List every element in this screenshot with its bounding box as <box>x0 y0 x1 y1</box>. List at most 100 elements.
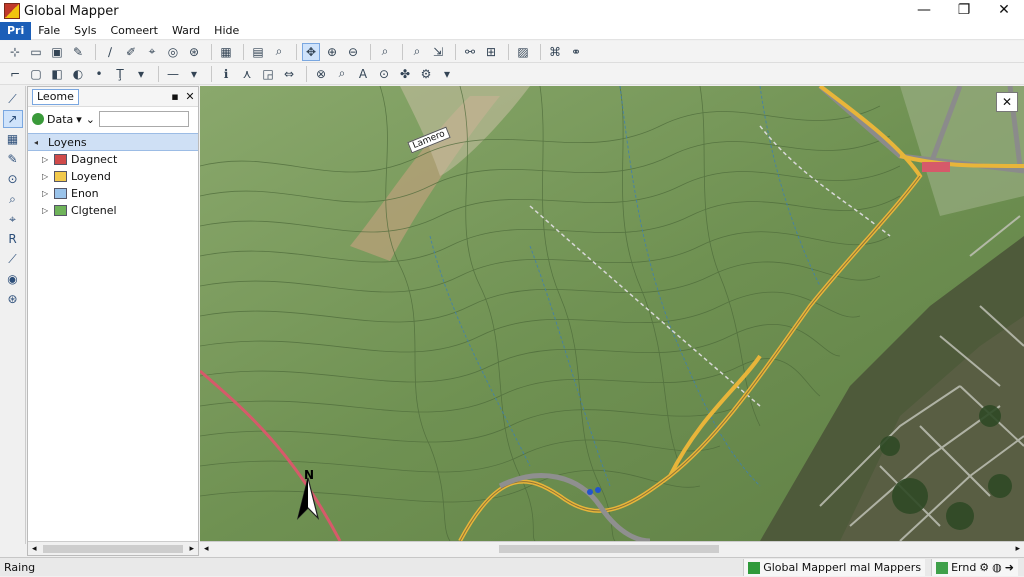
network-icon[interactable]: ⌘ <box>546 43 564 61</box>
layer-item[interactable]: ▷ Enon <box>28 185 198 202</box>
select-area-icon[interactable]: ⊙ <box>375 65 393 83</box>
layers-icon[interactable]: ▦ <box>217 43 235 61</box>
settings-icon[interactable]: ⚙ <box>979 561 989 574</box>
paint-icon[interactable]: ◐ <box>69 65 87 83</box>
expand-icon[interactable]: ▷ <box>42 155 50 164</box>
link-icon[interactable]: ⚯ <box>461 43 479 61</box>
dropdown-icon-3[interactable]: ▾ <box>438 65 456 83</box>
scroll-right-icon[interactable]: ▸ <box>189 544 194 554</box>
pin-icon[interactable]: ⊹ <box>6 43 24 61</box>
zoom-tool-icon[interactable]: ⊙ <box>3 170 23 188</box>
close-button[interactable]: ✕ <box>984 0 1024 22</box>
collapse-icon[interactable]: ◂ <box>34 138 42 147</box>
status-right-text: Ernd <box>951 561 977 574</box>
menu-item-syls[interactable]: Syls <box>67 22 103 40</box>
globe-tool-icon[interactable]: ◉ <box>3 270 23 288</box>
export-icon[interactable]: ⇲ <box>429 43 447 61</box>
digitize-icon[interactable]: ⌖ <box>143 43 161 61</box>
trace-tool-icon[interactable]: ↗ <box>2 110 23 128</box>
terrain-map <box>200 86 1024 541</box>
data-label: Data <box>47 112 74 126</box>
window-controls: — ❐ ✕ <box>904 0 1024 22</box>
menu-item-convert[interactable]: Comeert <box>103 22 165 40</box>
grid-tool-icon[interactable]: ▦ <box>3 130 23 148</box>
search-tool-icon[interactable]: ⌕ <box>3 190 23 208</box>
pencil-tool-icon[interactable]: ✎ <box>3 150 23 168</box>
arrow-icon[interactable]: ➜ <box>1005 561 1014 574</box>
search-icon[interactable]: ⌕ <box>376 43 394 61</box>
line-style-icon[interactable]: — <box>164 65 182 83</box>
new-document-icon[interactable]: ▢ <box>27 65 45 83</box>
transform-icon[interactable]: ✤ <box>396 65 414 83</box>
stack-icon[interactable]: ◲ <box>259 65 277 83</box>
move-icon[interactable]: ⇔ <box>280 65 298 83</box>
map-view[interactable]: N Lamero ✕ <box>200 86 1024 541</box>
maximize-button[interactable]: ❐ <box>944 0 984 22</box>
panel-horizontal-scrollbar[interactable]: ◂ ▸ <box>28 541 198 555</box>
layer-label: Clgtenel <box>71 204 117 217</box>
layer-item[interactable]: ▷ Clgtenel <box>28 202 198 219</box>
menu-item-ward[interactable]: Ward <box>165 22 207 40</box>
close-panel-icon[interactable]: ✕ <box>183 90 197 103</box>
filter-icon[interactable]: ⌄ <box>86 113 95 126</box>
reshape-icon[interactable]: ⊗ <box>312 65 330 83</box>
globe-icon[interactable]: ◎ <box>164 43 182 61</box>
line-tool-icon[interactable]: ⟋ <box>3 250 23 268</box>
menu-item-pri[interactable]: Pri <box>0 21 32 40</box>
anchor-icon[interactable]: ⋏ <box>238 65 256 83</box>
map-overlay-close-icon[interactable]: ✕ <box>996 92 1018 112</box>
magnify-icon[interactable]: ⌕ <box>333 65 351 83</box>
save-icon[interactable]: ▣ <box>48 43 66 61</box>
layer-tree: ◂ Loyens ▷ Dagnect ▷ Loyend ▷ Enon ▷ Clg… <box>28 131 198 219</box>
fill-icon[interactable]: ◧ <box>48 65 66 83</box>
pin-panel-icon[interactable]: ▪ <box>168 90 182 103</box>
vertex-icon[interactable]: ℹ <box>217 65 235 83</box>
scroll-thumb[interactable] <box>42 544 184 553</box>
grid-icon[interactable]: ⊞ <box>482 43 500 61</box>
data-dropdown[interactable]: Data ▾ <box>32 113 82 126</box>
scroll-left-icon[interactable]: ◂ <box>204 544 209 554</box>
layer-label: Dagnect <box>71 153 118 166</box>
rotate-tool-icon[interactable]: R <box>3 230 23 248</box>
panel-title[interactable]: Leome <box>32 88 79 105</box>
point-icon[interactable]: • <box>90 65 108 83</box>
scroll-left-icon[interactable]: ◂ <box>32 544 37 554</box>
menu-item-hide[interactable]: Hide <box>207 22 246 40</box>
brush-icon[interactable]: ✎ <box>69 43 87 61</box>
settings-icon[interactable]: ⚙ <box>417 65 435 83</box>
layer-item[interactable]: ▷ Loyend <box>28 168 198 185</box>
feature-tool-icon[interactable]: ⌖ <box>3 210 23 228</box>
zoom-region-icon[interactable]: ⊛ <box>185 43 203 61</box>
minimize-button[interactable]: — <box>904 0 944 22</box>
zoom-in-icon[interactable]: ⊕ <box>323 43 341 61</box>
locate-tool-icon[interactable]: ⊛ <box>3 290 23 308</box>
layer-search-input[interactable] <box>99 111 190 127</box>
zoom-out-icon[interactable]: ⊖ <box>344 43 362 61</box>
calendar-icon[interactable]: ▤ <box>249 43 267 61</box>
draw-line-icon[interactable]: ∕ <box>101 43 119 61</box>
path-tool-icon[interactable]: ⟋ <box>3 90 23 108</box>
dropdown-icon[interactable]: ▾ <box>132 65 150 83</box>
map-horizontal-scrollbar[interactable]: ◂ ▸ <box>200 541 1024 556</box>
edit-icon[interactable]: ✐ <box>122 43 140 61</box>
text-icon[interactable]: Ţ <box>111 65 129 83</box>
expand-icon[interactable]: ▷ <box>42 172 50 181</box>
scroll-right-icon[interactable]: ▸ <box>1015 544 1020 554</box>
ruler-icon[interactable]: ⌐ <box>6 65 24 83</box>
annotation-icon[interactable]: A <box>354 65 372 83</box>
open-folder-icon[interactable]: ▭ <box>27 43 45 61</box>
notification-icon[interactable]: ◍ <box>992 561 1002 574</box>
map-scroll-thumb[interactable] <box>498 545 719 553</box>
menu-item-file[interactable]: Fale <box>31 22 67 40</box>
pan-icon[interactable]: ✥ <box>302 42 320 61</box>
image-icon[interactable]: ▨ <box>514 43 532 61</box>
find-icon[interactable]: ⌕ <box>270 43 288 61</box>
share-icon[interactable]: ⚭ <box>567 43 585 61</box>
secondary-toolbar: ⌐ ▢ ◧ ◐ • Ţ ▾ — ▾ ℹ ⋏ ◲ ⇔ ⊗ ⌕ A ⊙ ✤ ⚙ ▾ <box>0 63 1024 85</box>
expand-icon[interactable]: ▷ <box>42 189 50 198</box>
measure-icon[interactable]: ⌕ <box>408 43 426 61</box>
dropdown-icon-2[interactable]: ▾ <box>185 65 203 83</box>
layer-tree-root[interactable]: ◂ Loyens <box>28 133 198 151</box>
expand-icon[interactable]: ▷ <box>42 206 50 215</box>
layer-item[interactable]: ▷ Dagnect <box>28 151 198 168</box>
